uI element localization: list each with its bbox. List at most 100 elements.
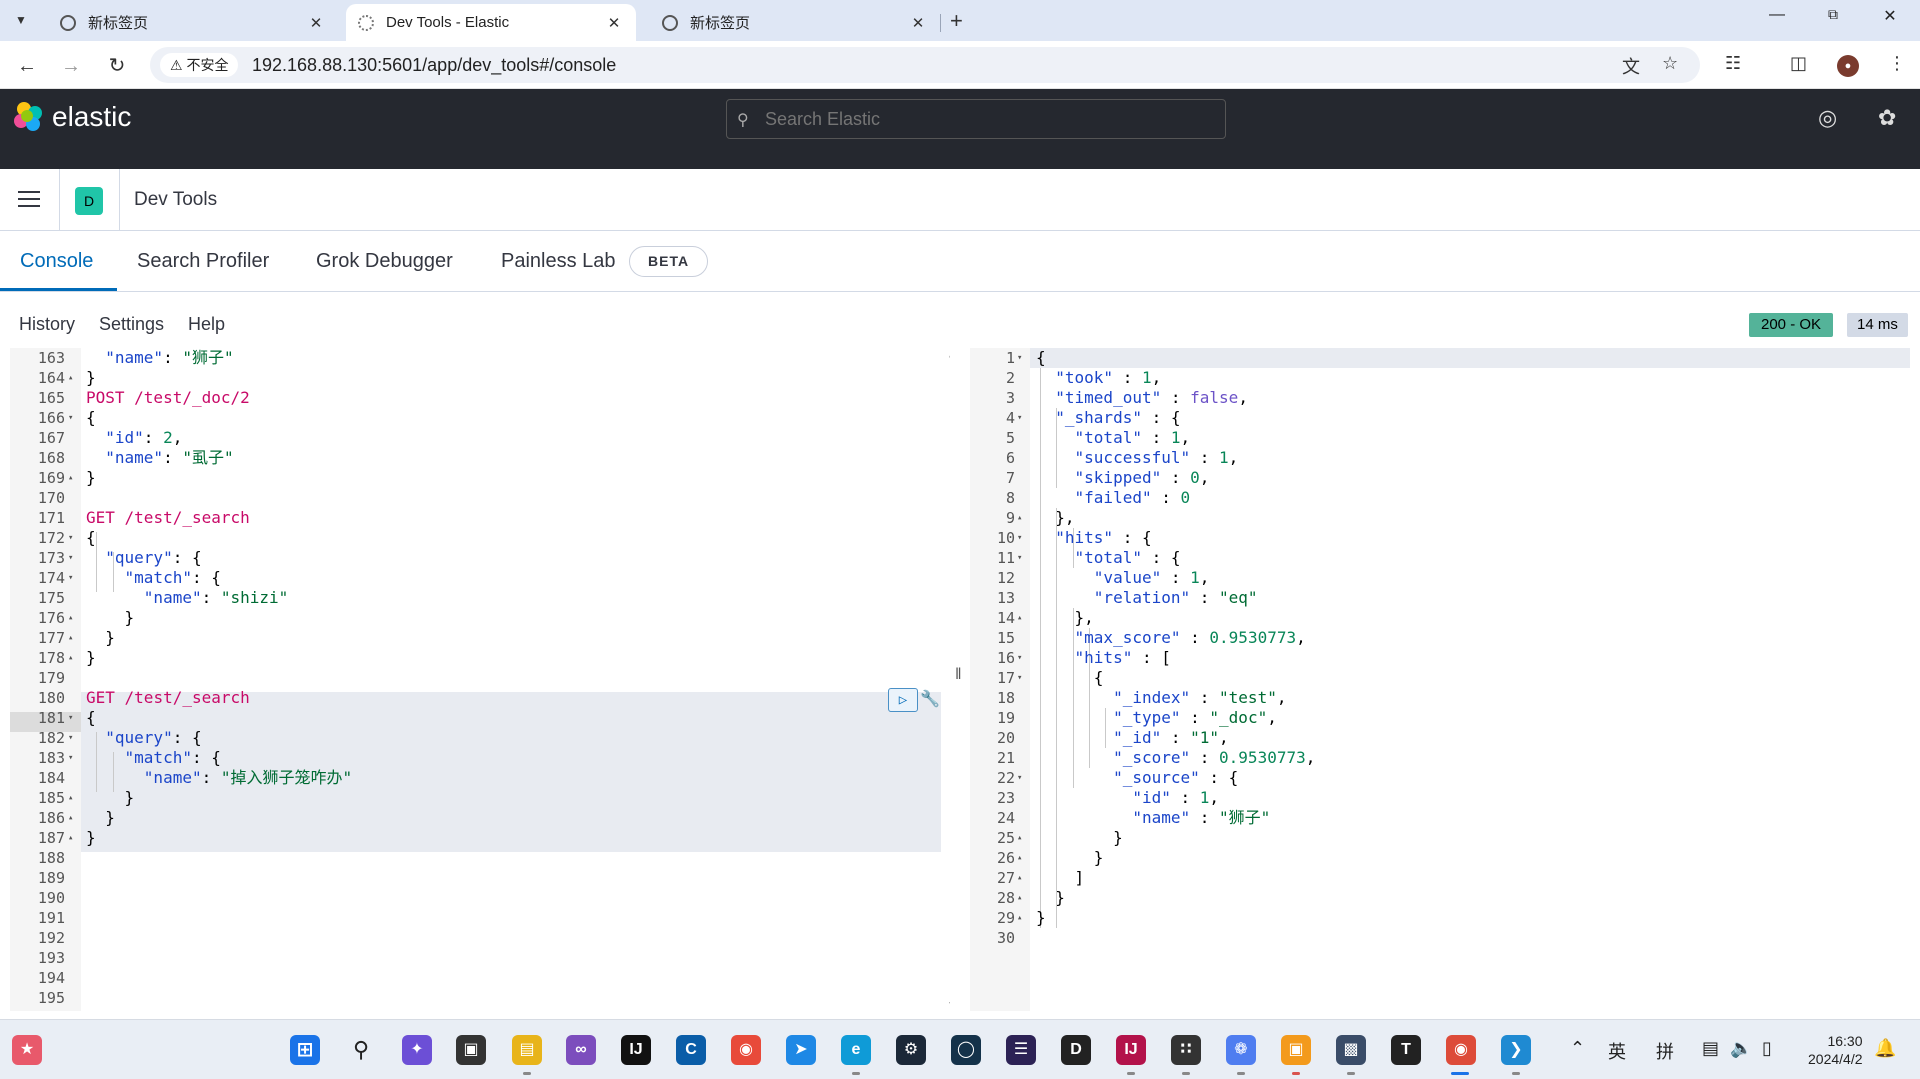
fold-toggle-icon[interactable]: ▴ xyxy=(1017,888,1022,908)
fold-toggle-icon[interactable]: ▾ xyxy=(68,548,73,568)
fold-toggle-icon[interactable]: ▾ xyxy=(1017,668,1022,688)
edge-icon[interactable]: e xyxy=(841,1035,871,1065)
request-editor[interactable]: 163 164 ▴ 165 166 ▾ 167 168 169 ▴ 170 171 172 ▾ 173 ▾ 17… xyxy=(10,348,950,1011)
search-icon[interactable]: ⚲ xyxy=(346,1035,376,1065)
intellij-ultimate-icon[interactable]: IJ xyxy=(1116,1035,1146,1065)
fold-toggle-icon[interactable]: ▴ xyxy=(68,788,73,808)
close-icon[interactable]: ✕ xyxy=(604,14,624,32)
menu-history[interactable]: History xyxy=(19,314,75,335)
forward-arrow-icon[interactable]: → xyxy=(58,53,84,79)
hamburger-menu-icon[interactable] xyxy=(18,191,40,207)
fold-toggle-icon[interactable]: ▴ xyxy=(1017,848,1022,868)
eclipse-icon[interactable]: ☰ xyxy=(1006,1035,1036,1065)
fold-toggle-icon[interactable]: ▴ xyxy=(1017,508,1022,528)
elastic-logo[interactable]: elastic xyxy=(14,101,131,133)
fold-toggle-icon[interactable]: ▾ xyxy=(68,728,73,748)
remote-desktop-icon[interactable]: ▩ xyxy=(1336,1035,1366,1065)
app-dots-icon[interactable]: ∷ xyxy=(1171,1035,1201,1065)
widgets-icon[interactable]: ★ xyxy=(12,1035,42,1065)
app-ring-icon[interactable]: ◯ xyxy=(951,1035,981,1065)
restore-icon[interactable]: ⧉ xyxy=(1813,6,1853,23)
fold-toggle-icon[interactable]: ▴ xyxy=(68,648,73,668)
tab-grok-debugger[interactable]: Grok Debugger xyxy=(316,250,453,273)
fold-toggle-icon[interactable]: ▴ xyxy=(68,808,73,828)
fold-toggle-icon[interactable]: ▴ xyxy=(68,368,73,388)
browser-tab-new-2[interactable]: 新标签页 ✕ xyxy=(650,4,940,41)
app-badge[interactable]: D xyxy=(75,187,103,215)
volume-icon[interactable]: 🔈 xyxy=(1730,1038,1752,1059)
pane-resizer-handle[interactable]: ‖ xyxy=(951,348,969,1011)
newsfeed-icon[interactable]: ✿ xyxy=(1878,105,1896,131)
fold-toggle-icon[interactable]: ▾ xyxy=(1017,528,1022,548)
tab-console[interactable]: Console xyxy=(20,250,93,273)
typora-icon[interactable]: T xyxy=(1391,1035,1421,1065)
editor-scrollbar[interactable]: ▲ ▼ xyxy=(948,348,950,1011)
intellij-icon[interactable]: IJ xyxy=(621,1035,651,1065)
back-arrow-icon[interactable]: ← xyxy=(14,53,40,79)
bookmark-star-icon[interactable]: ☆ xyxy=(1662,53,1678,74)
tab-search-dropdown-icon[interactable]: ▼ xyxy=(6,6,36,34)
vscode-icon[interactable]: ❯ xyxy=(1501,1035,1531,1065)
ime-mode[interactable]: 拼 xyxy=(1656,1038,1674,1064)
security-warning-chip[interactable]: ⚠ 不安全 xyxy=(160,53,239,77)
new-tab-plus-icon[interactable]: + xyxy=(950,8,963,34)
fold-toggle-icon[interactable]: ▾ xyxy=(68,568,73,588)
task-view-icon[interactable]: ▣ xyxy=(456,1035,486,1065)
app-blue-icon[interactable]: ➤ xyxy=(786,1035,816,1065)
search-elastic-input[interactable] xyxy=(765,100,1205,138)
start-windows-icon[interactable]: ⊞ xyxy=(290,1035,320,1065)
fold-toggle-icon[interactable]: ▴ xyxy=(1017,908,1022,928)
fold-toggle-icon[interactable]: ▴ xyxy=(1017,608,1022,628)
app-c-icon[interactable]: C xyxy=(676,1035,706,1065)
search-elastic-field[interactable]: ⚲ xyxy=(726,99,1226,139)
send-request-play-icon[interactable]: ▷ xyxy=(888,688,918,712)
translate-icon[interactable]: 文 xyxy=(1622,53,1640,79)
vmware-icon[interactable]: ▣ xyxy=(1281,1035,1311,1065)
tab-painless-lab[interactable]: Painless Lab xyxy=(501,250,616,273)
fold-toggle-icon[interactable]: ▴ xyxy=(68,828,73,848)
wrench-actions-icon[interactable]: 🔧 xyxy=(920,689,940,708)
steam-icon[interactable]: ⚙ xyxy=(896,1035,926,1065)
app-flower-icon[interactable]: ❁ xyxy=(1226,1035,1256,1065)
tray-chevron-up-icon[interactable]: ⌃ xyxy=(1570,1038,1585,1059)
fold-toggle-icon[interactable]: ▾ xyxy=(68,528,73,548)
fold-toggle-icon[interactable]: ▴ xyxy=(68,608,73,628)
close-icon[interactable]: ✕ xyxy=(306,14,326,32)
visual-studio-icon[interactable]: ∞ xyxy=(566,1035,596,1065)
battery-icon[interactable]: ▯ xyxy=(1762,1038,1772,1059)
tab-search-profiler[interactable]: Search Profiler xyxy=(137,250,269,273)
menu-help[interactable]: Help xyxy=(188,314,225,335)
fold-toggle-icon[interactable]: ▾ xyxy=(68,748,73,768)
window-close-icon[interactable]: ✕ xyxy=(1870,6,1910,26)
side-panel-icon[interactable]: ◫ xyxy=(1790,53,1807,74)
extensions-puzzle-icon[interactable]: ☷ xyxy=(1725,53,1741,74)
system-clock[interactable]: 16:30 2024/4/2 xyxy=(1808,1032,1863,1068)
notification-bell-icon[interactable]: 🔔 xyxy=(1874,1038,1896,1059)
fold-toggle-icon[interactable]: ▾ xyxy=(68,408,73,428)
address-bar[interactable]: ⚠ 不安全 192.168.88.130:5601/app/dev_tools#… xyxy=(150,47,1700,83)
network-icon[interactable]: ▤ xyxy=(1702,1038,1719,1059)
browser-tab-new-1[interactable]: 新标签页 ✕ xyxy=(48,4,338,41)
dell-icon[interactable]: D xyxy=(1061,1035,1091,1065)
fold-toggle-icon[interactable]: ▾ xyxy=(1017,548,1022,568)
chrome-taskbar-icon[interactable]: ◉ xyxy=(1446,1035,1476,1065)
help-lifebuoy-icon[interactable]: ◎ xyxy=(1818,105,1837,131)
app-colorful-icon[interactable]: ◉ xyxy=(731,1035,761,1065)
menu-settings[interactable]: Settings xyxy=(99,314,164,335)
close-icon[interactable]: ✕ xyxy=(908,14,928,32)
file-explorer-icon[interactable]: ▤ xyxy=(512,1035,542,1065)
reload-icon[interactable]: ↻ xyxy=(104,53,130,79)
fold-toggle-icon[interactable]: ▾ xyxy=(1017,408,1022,428)
ime-language[interactable]: 英 xyxy=(1608,1038,1626,1064)
fold-toggle-icon[interactable]: ▾ xyxy=(1017,648,1022,668)
fold-toggle-icon[interactable]: ▾ xyxy=(68,708,73,728)
response-output[interactable]: 1 ▾ 2 3 4 ▾ 5 6 7 8 9 ▴ 10 ▾ 11 ▾ 12 13 14 ▴ 15 16 ▾ 17 ▾ 18 19 20 2… xyxy=(970,348,1910,1011)
copilot-icon[interactable]: ✦ xyxy=(402,1035,432,1065)
fold-toggle-icon[interactable]: ▴ xyxy=(68,628,73,648)
url-text[interactable]: 192.168.88.130:5601/app/dev_tools#/conso… xyxy=(252,55,616,76)
fold-toggle-icon[interactable]: ▴ xyxy=(1017,828,1022,848)
fold-toggle-icon[interactable]: ▴ xyxy=(68,468,73,488)
browser-tab-devtools[interactable]: Dev Tools - Elastic ✕ xyxy=(346,4,636,41)
profile-avatar[interactable]: ● xyxy=(1837,55,1859,77)
browser-menu-kebab-icon[interactable]: ⋮ xyxy=(1888,53,1906,74)
